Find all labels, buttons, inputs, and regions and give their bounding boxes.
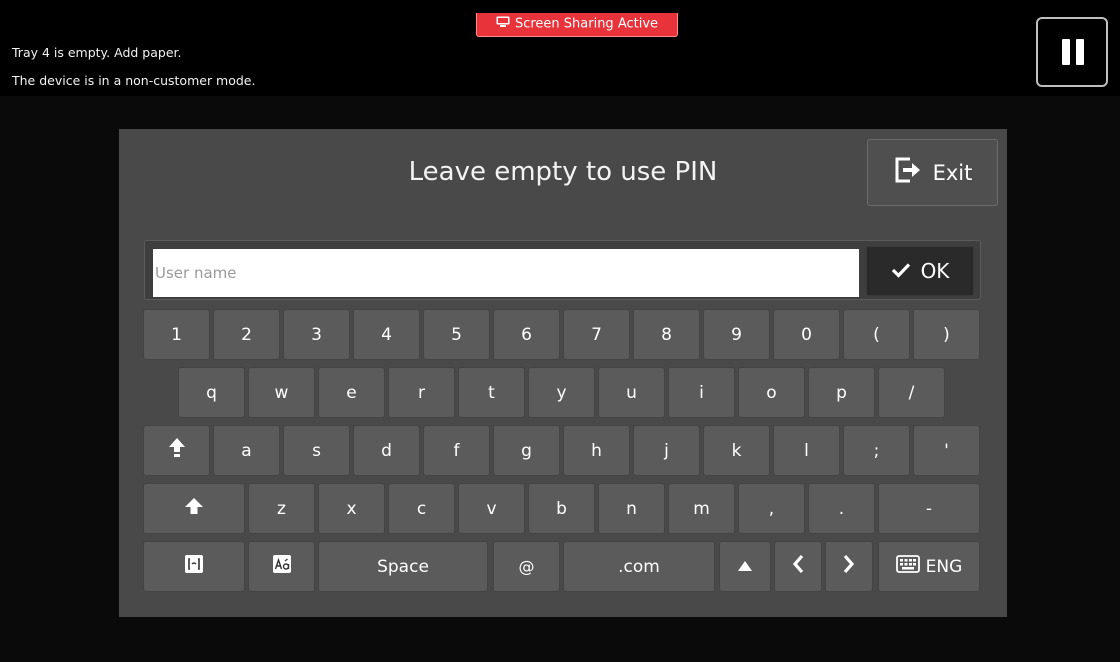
key-slash[interactable]: / — [878, 367, 945, 418]
username-input[interactable] — [153, 249, 859, 297]
key-n[interactable]: n — [598, 483, 665, 534]
key-q[interactable]: q — [178, 367, 245, 418]
key-at[interactable]: @ — [493, 541, 560, 592]
key-m[interactable]: m — [668, 483, 735, 534]
symbols-icon — [184, 554, 204, 579]
key-0[interactable]: 0 — [773, 309, 840, 360]
screen-share-icon — [496, 13, 510, 35]
status-bar: Screen Sharing Active Tray 4 is empty. A… — [0, 0, 1120, 96]
key-v[interactable]: v — [458, 483, 525, 534]
shift-key[interactable] — [143, 483, 245, 534]
key-5[interactable]: 5 — [423, 309, 490, 360]
pause-button[interactable] — [1036, 17, 1108, 87]
key-3[interactable]: 3 — [283, 309, 350, 360]
key-e[interactable]: e — [318, 367, 385, 418]
cursor-up-key[interactable] — [719, 541, 771, 592]
exit-label: Exit — [932, 160, 973, 185]
username-row: OK — [144, 240, 981, 300]
key-9[interactable]: 9 — [703, 309, 770, 360]
login-dialog: Leave empty to use PIN Exit OK 1 2 3 4 5… — [119, 129, 1007, 617]
symbols-key[interactable] — [143, 541, 245, 592]
key-k[interactable]: k — [703, 425, 770, 476]
key-i[interactable]: i — [668, 367, 735, 418]
keyboard-icon — [895, 555, 920, 578]
ok-button[interactable]: OK — [866, 246, 974, 296]
key-8[interactable]: 8 — [633, 309, 700, 360]
key-comma[interactable]: , — [738, 483, 805, 534]
ok-label: OK — [920, 259, 950, 283]
key-j[interactable]: j — [633, 425, 700, 476]
key-u[interactable]: u — [598, 367, 665, 418]
screen-sharing-label: Screen Sharing Active — [514, 16, 659, 32]
key-g[interactable]: g — [493, 425, 560, 476]
key-c[interactable]: c — [388, 483, 455, 534]
key-period[interactable]: . — [808, 483, 875, 534]
key-x[interactable]: x — [318, 483, 385, 534]
key-hyphen[interactable]: - — [878, 483, 980, 534]
check-icon — [891, 259, 911, 283]
key-7[interactable]: 7 — [563, 309, 630, 360]
key-z[interactable]: z — [248, 483, 315, 534]
key-6[interactable]: 6 — [493, 309, 560, 360]
accent-chars-icon — [272, 554, 292, 579]
chevron-left-icon — [792, 554, 804, 579]
key-2[interactable]: 2 — [213, 309, 280, 360]
space-key[interactable]: Space — [318, 541, 488, 592]
language-key[interactable]: ENG — [878, 541, 980, 592]
key-d[interactable]: d — [353, 425, 420, 476]
key-1[interactable]: 1 — [143, 309, 210, 360]
on-screen-keyboard: 1 2 3 4 5 6 7 8 9 0 ( ) q w e r t y u i … — [143, 309, 983, 599]
exit-icon — [893, 155, 923, 190]
cursor-left-key[interactable] — [774, 541, 822, 592]
status-message-tray: Tray 4 is empty. Add paper. — [12, 45, 182, 60]
key-o[interactable]: o — [738, 367, 805, 418]
dotcom-key[interactable]: .com — [563, 541, 715, 592]
key-p[interactable]: p — [808, 367, 875, 418]
language-label: ENG — [925, 556, 963, 577]
status-message-mode: The device is in a non-customer mode. — [12, 73, 256, 88]
accents-key[interactable] — [248, 541, 315, 592]
key-a[interactable]: a — [213, 425, 280, 476]
chevron-right-icon — [843, 554, 855, 579]
key-open-paren[interactable]: ( — [843, 309, 910, 360]
triangle-up-icon — [737, 557, 753, 577]
key-w[interactable]: w — [248, 367, 315, 418]
key-y[interactable]: y — [528, 367, 595, 418]
key-t[interactable]: t — [458, 367, 525, 418]
key-r[interactable]: r — [388, 367, 455, 418]
key-close-paren[interactable]: ) — [913, 309, 980, 360]
exit-button[interactable]: Exit — [867, 139, 998, 206]
cursor-right-key[interactable] — [825, 541, 873, 592]
caps-lock-icon — [168, 437, 186, 464]
caps-lock-key[interactable] — [143, 425, 210, 476]
key-semicolon[interactable]: ; — [843, 425, 910, 476]
key-4[interactable]: 4 — [353, 309, 420, 360]
key-l[interactable]: l — [773, 425, 840, 476]
key-apostrophe[interactable]: ' — [913, 425, 980, 476]
screen-sharing-badge: Screen Sharing Active — [476, 13, 678, 37]
shift-icon — [184, 497, 204, 520]
key-f[interactable]: f — [423, 425, 490, 476]
key-s[interactable]: s — [283, 425, 350, 476]
key-h[interactable]: h — [563, 425, 630, 476]
key-b[interactable]: b — [528, 483, 595, 534]
